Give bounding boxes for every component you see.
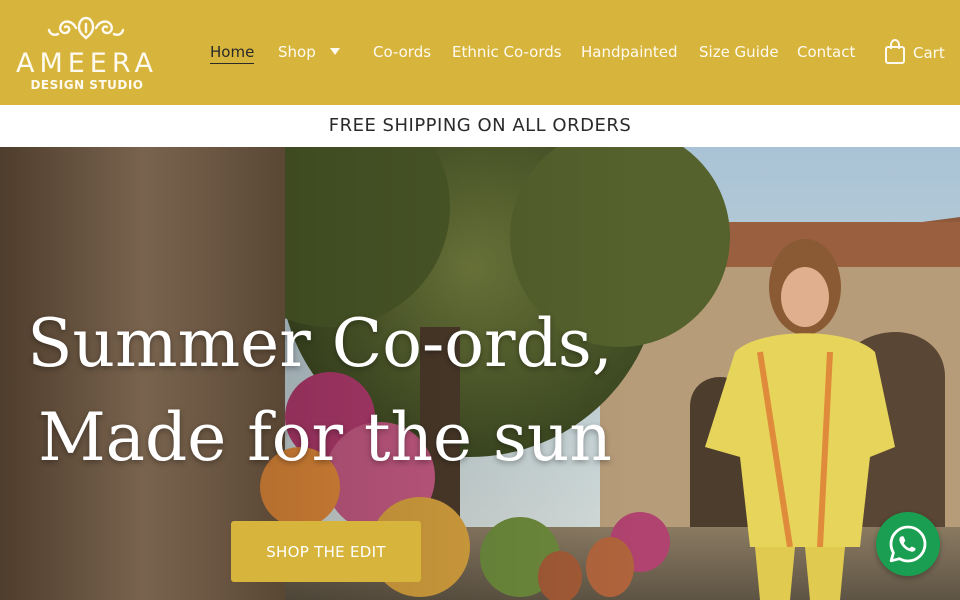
cart-label: Cart bbox=[913, 44, 945, 62]
nav-item-ethnic-co-ords[interactable]: Ethnic Co-ords bbox=[452, 42, 562, 62]
nav-item-co-ords[interactable]: Co-ords bbox=[373, 42, 431, 62]
nav-item-home[interactable]: Home bbox=[210, 42, 255, 64]
announcement-bar: FREE SHIPPING ON ALL ORDERS bbox=[0, 105, 960, 147]
brand-tagline: DESIGN STUDIO bbox=[30, 78, 144, 92]
whatsapp-chat-button[interactable] bbox=[876, 512, 940, 576]
hero-title-line-2: Made for the sun bbox=[38, 399, 612, 476]
ornament-icon bbox=[47, 16, 125, 40]
hero-banner: Summer Co-ords, Made for the sun SHOP TH… bbox=[0, 147, 960, 600]
nav-item-handpainted[interactable]: Handpainted bbox=[581, 42, 678, 62]
site-header: AMEERA DESIGN STUDIO Home Shop Co-ords E… bbox=[0, 0, 960, 105]
whatsapp-icon bbox=[889, 525, 927, 563]
hero-title-line-1: Summer Co-ords, bbox=[27, 305, 613, 382]
hero-title: Summer Co-ords, Made for the sun bbox=[0, 297, 640, 485]
nav-item-size-guide[interactable]: Size Guide bbox=[699, 42, 779, 62]
nav-item-contact[interactable]: Contact bbox=[797, 42, 855, 62]
main-nav: Home Shop Co-ords Ethnic Co-ords Handpai… bbox=[0, 42, 960, 64]
nav-item-shop[interactable]: Shop bbox=[278, 42, 316, 62]
shop-the-edit-button[interactable]: SHOP THE EDIT bbox=[231, 521, 421, 582]
chevron-down-icon[interactable] bbox=[330, 48, 340, 56]
shopping-bag-icon bbox=[885, 39, 905, 64]
